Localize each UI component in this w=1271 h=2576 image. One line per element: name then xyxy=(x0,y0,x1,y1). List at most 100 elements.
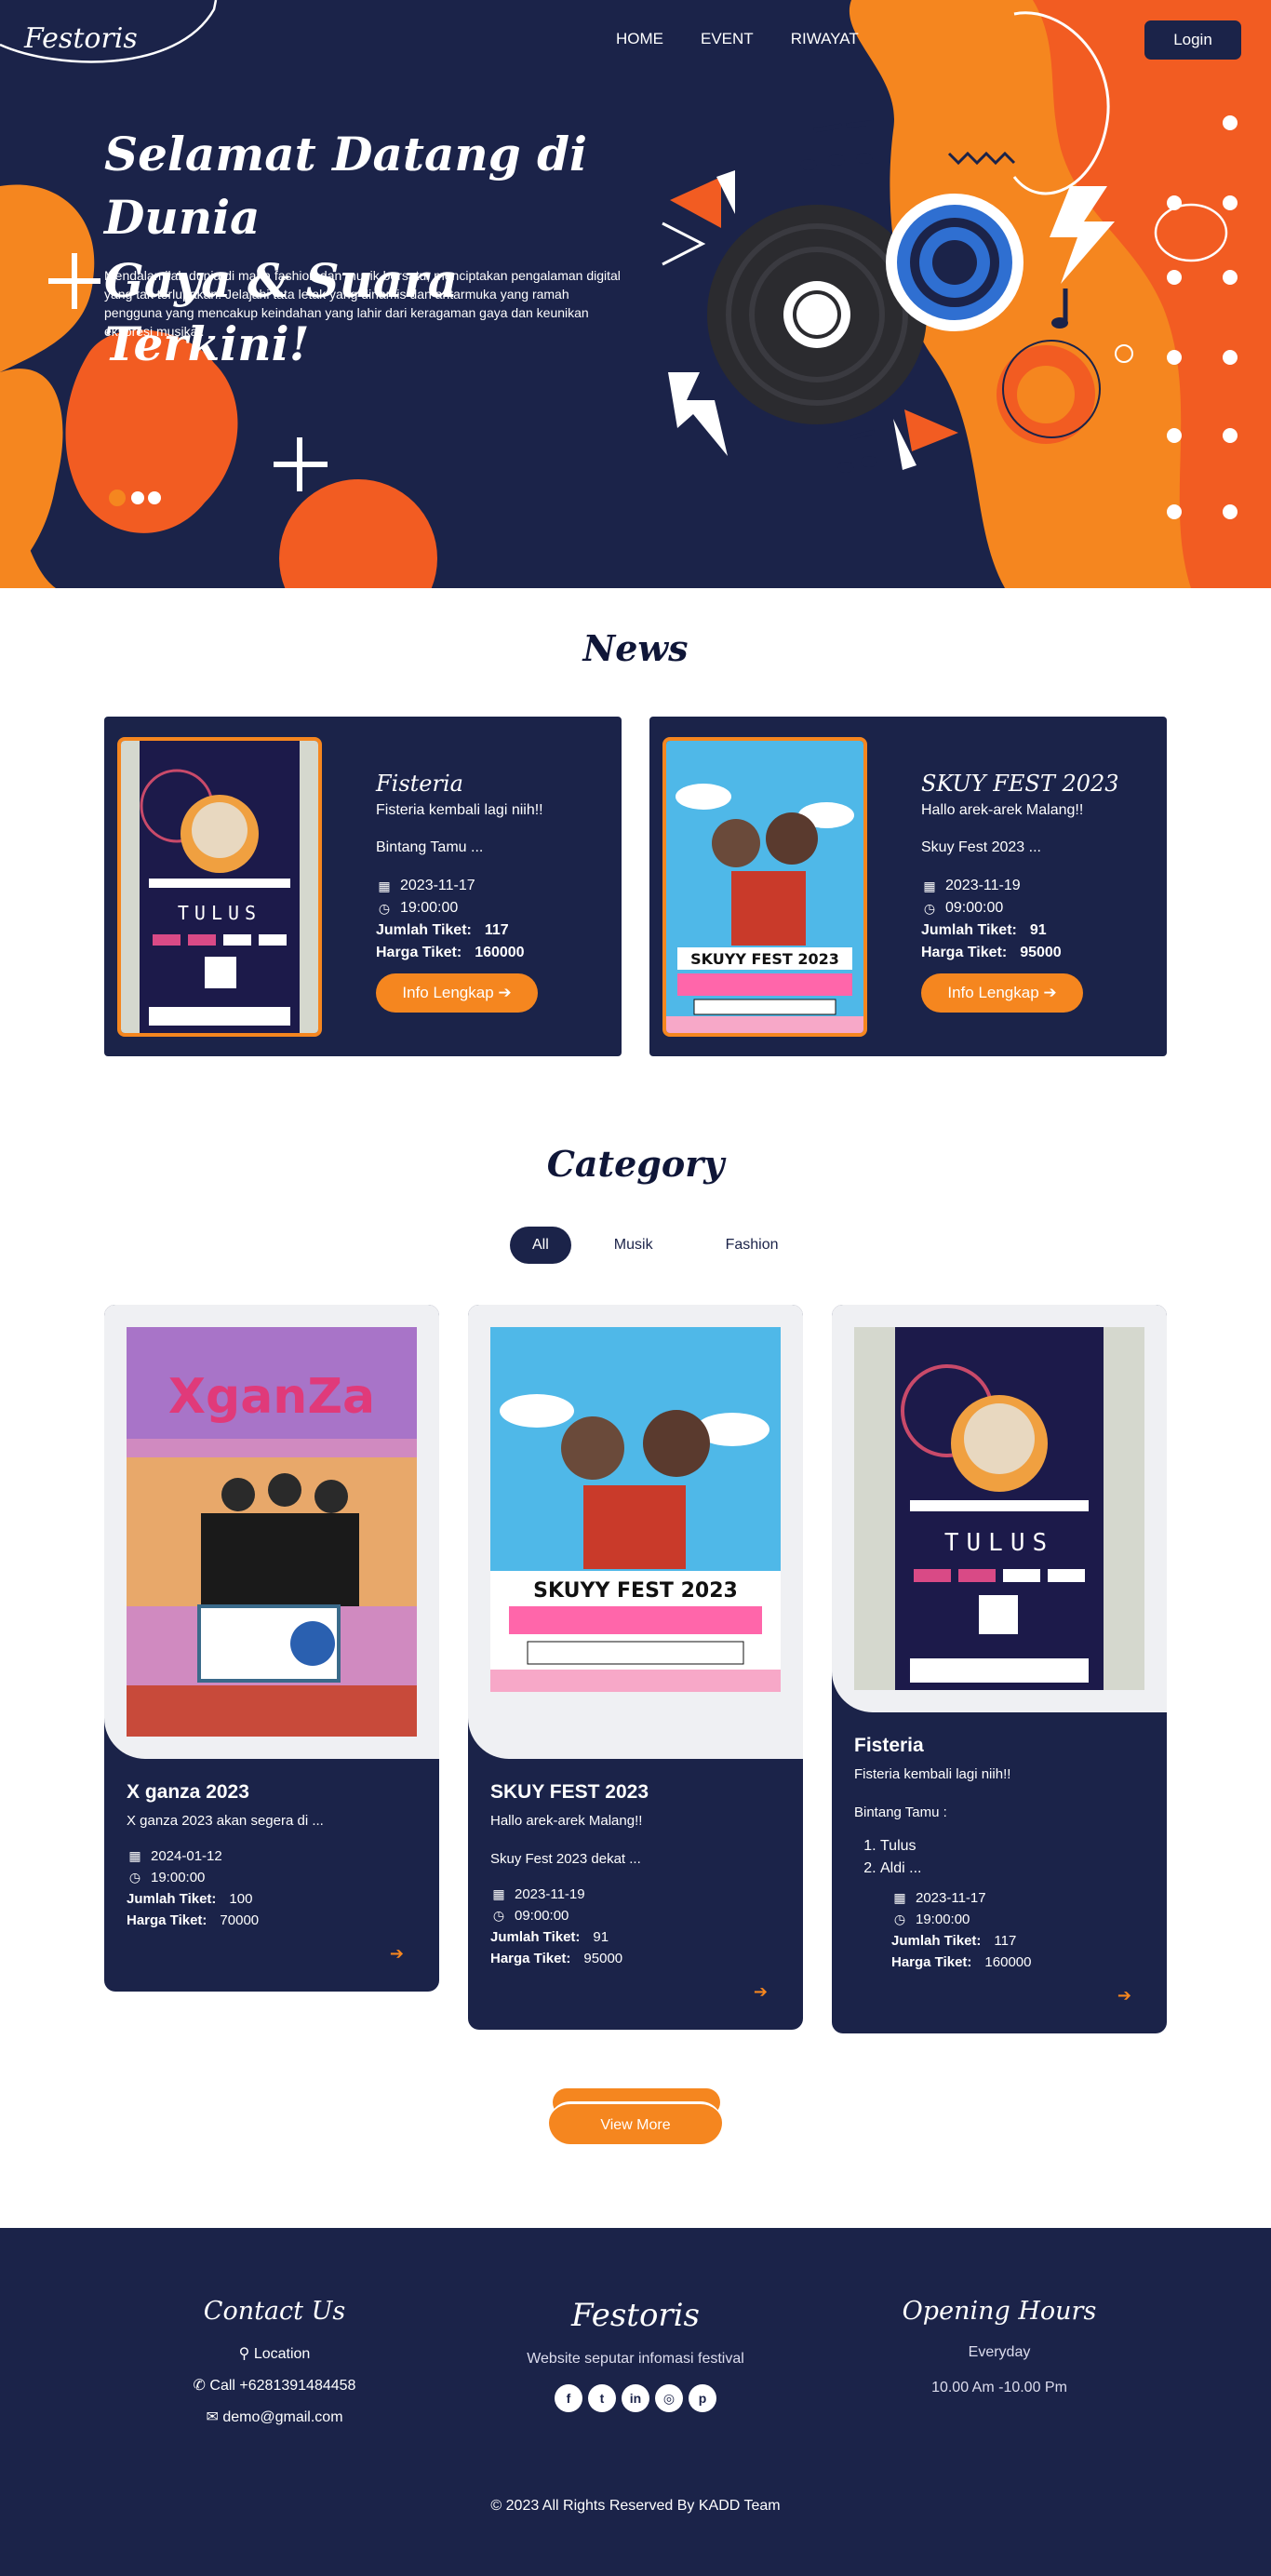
arrow-right-icon[interactable]: ➔ xyxy=(490,1982,781,2002)
category-card-skuy-fest[interactable]: SKUYY FEST 2023 SKUY FEST 2023 Hallo are… xyxy=(468,1305,803,2030)
event-description: Hallo arek-arek Malang!! xyxy=(490,1813,643,1829)
event-guest: Bintang Tamu : xyxy=(854,1805,947,1820)
phone-icon: ✆ xyxy=(193,2378,206,2394)
copyright-text: © 2023 All Rights Reserved By KADD Team xyxy=(490,2498,781,2514)
event-time: 09:00:00 xyxy=(515,1908,569,1924)
view-more-button[interactable]: View More xyxy=(549,2101,722,2144)
price-label: Harga Tiket: xyxy=(921,945,1008,960)
guest-list: Tulus Aldi ... xyxy=(880,1835,1144,1880)
arrow-right-icon[interactable]: ➔ xyxy=(854,1986,1144,2006)
brand-logo[interactable]: Festoris xyxy=(24,22,138,55)
category-card-fisteria[interactable]: TULUS Fisteria Fisteria kembali lagi nii… xyxy=(832,1305,1167,2033)
ticket-price: 95000 xyxy=(583,1951,623,1966)
location-text: Location xyxy=(253,2346,311,2362)
event-poster: SKUYY FEST 2023 xyxy=(490,1327,781,1737)
guest-list-item: Tulus xyxy=(880,1835,1144,1858)
event-date: 2023-11-19 xyxy=(945,878,1021,893)
news-heading: News xyxy=(582,627,689,669)
event-name: SKUY FEST 2023 xyxy=(921,771,1119,797)
ticket-label: Jumlah Tiket: xyxy=(490,1929,581,1945)
event-guest: Bintang Tamu ... xyxy=(376,839,484,855)
footer: Contact Us ⚲ Location ✆ Call +6281391484… xyxy=(0,2228,1271,2576)
poster-text: XganZa xyxy=(168,1369,375,1425)
pinterest-icon[interactable]: p xyxy=(689,2384,716,2412)
linkedin-icon[interactable]: in xyxy=(622,2384,649,2412)
category-heading: Category xyxy=(546,1143,725,1185)
event-time: 09:00:00 xyxy=(945,900,1004,916)
event-date: 2023-11-17 xyxy=(916,1890,986,1906)
ticket-count: 100 xyxy=(229,1891,253,1907)
clock-icon: ◷ xyxy=(378,901,391,916)
card-image-area: XganZa xyxy=(104,1305,439,1759)
hero-section: Festoris HOME EVENT RIWAYAT Login Selama… xyxy=(0,0,1271,588)
card-body: SKUY FEST 2023 Hallo arek-arek Malang!! … xyxy=(468,1759,803,2030)
facebook-icon[interactable]: f xyxy=(555,2384,582,2412)
nav-link-event[interactable]: EVENT xyxy=(701,30,754,48)
ticket-count: 117 xyxy=(994,1933,1017,1949)
ticket-count: 117 xyxy=(484,922,509,938)
footer-email[interactable]: ✉ demo@gmail.com xyxy=(158,2408,391,2426)
nav-link-home[interactable]: HOME xyxy=(616,30,663,48)
event-name: X ganza 2023 xyxy=(127,1781,249,1803)
info-lengkap-button[interactable]: Info Lengkap ➔ xyxy=(376,973,538,1013)
clock-icon: ◷ xyxy=(492,1908,505,1923)
nav-menu: HOME EVENT RIWAYAT xyxy=(616,30,859,48)
filter-fashion[interactable]: Fashion xyxy=(696,1227,809,1264)
clock-icon: ◷ xyxy=(923,901,936,916)
calendar-icon: ▦ xyxy=(128,1848,141,1863)
twitter-icon[interactable]: t xyxy=(588,2384,616,2412)
poster-skuy-fest-image: SKUYY FEST 2023 xyxy=(666,741,863,1033)
ticket-label: Jumlah Tiket: xyxy=(891,1933,982,1949)
poster-text: SKUYY FEST 2023 xyxy=(690,950,839,968)
poster-text: TULUS xyxy=(944,1529,1054,1557)
category-card-xganza[interactable]: XganZa X ganza 2023 X ganza 2023 akan se… xyxy=(104,1305,439,1992)
clock-icon: ◷ xyxy=(128,1870,141,1885)
ticket-price: 160000 xyxy=(984,1954,1032,1970)
nav-link-riwayat[interactable]: RIWAYAT xyxy=(791,30,859,48)
contact-heading: Contact Us xyxy=(203,2297,346,2326)
email-text: demo@gmail.com xyxy=(222,2409,343,2425)
guest-list-item: Aldi ... xyxy=(880,1858,1144,1880)
footer-contact: Contact Us ⚲ Location ✆ Call +6281391484… xyxy=(158,2297,391,2426)
poster-skuy-fest-image: SKUYY FEST 2023 xyxy=(490,1327,781,1692)
footer-location[interactable]: ⚲ Location xyxy=(158,2344,391,2363)
ticket-count: 91 xyxy=(593,1929,609,1945)
event-meta: ▦ 2023-11-19 ◷ 09:00:00 Jumlah Tiket: 91 Ha… xyxy=(490,1884,781,1969)
login-button[interactable]: Login xyxy=(1144,20,1241,60)
footer-phone[interactable]: ✆ Call +6281391484458 xyxy=(158,2376,391,2395)
calendar-icon: ▦ xyxy=(923,879,936,893)
event-poster: XganZa xyxy=(127,1327,417,1737)
top-navbar: Festoris HOME EVENT RIWAYAT Login xyxy=(0,0,1271,80)
phone-text: Call +6281391484458 xyxy=(209,2378,356,2394)
event-meta: ▦ 2024-01-12 ◷ 19:00:00 Jumlah Tiket: 100 H… xyxy=(127,1845,417,1931)
event-date: 2024-01-12 xyxy=(151,1848,222,1864)
filter-musik[interactable]: Musik xyxy=(584,1227,683,1264)
price-label: Harga Tiket: xyxy=(891,1954,972,1970)
event-date: 2023-11-19 xyxy=(515,1886,585,1902)
news-info: Fisteria Fisteria kembali lagi niih!! Bi… xyxy=(376,771,609,1013)
event-meta: ▦ 2023-11-17 ◷ 19:00:00 Jumlah Tiket: 117 H… xyxy=(376,875,609,964)
filter-all[interactable]: All xyxy=(510,1227,571,1264)
social-links: f t in ◎ p xyxy=(496,2384,775,2412)
instagram-icon[interactable]: ◎ xyxy=(655,2384,683,2412)
hours-time: 10.00 Am -10.00 Pm xyxy=(931,2380,1067,2395)
event-poster: TULUS xyxy=(117,737,322,1037)
event-description: Hallo arek-arek Malang!! xyxy=(921,802,1084,818)
event-meta: ▦ 2023-11-19 ◷ 09:00:00 Jumlah Tiket: 91 Ha… xyxy=(921,875,1154,964)
footer-brand: Festoris Website seputar infomasi festiv… xyxy=(496,2297,775,2412)
poster-xganza-image: XganZa xyxy=(127,1327,417,1737)
card-body: X ganza 2023 X ganza 2023 akan segera di… xyxy=(104,1759,439,1992)
category-filters: All Musik Fashion xyxy=(510,1227,808,1264)
info-lengkap-button[interactable]: Info Lengkap ➔ xyxy=(921,973,1083,1013)
event-description: Fisteria kembali lagi niih!! xyxy=(854,1766,1011,1782)
footer-logo: Festoris xyxy=(570,2297,700,2334)
arrow-right-icon[interactable]: ➔ xyxy=(127,1944,417,1964)
map-marker-icon: ⚲ xyxy=(238,2346,250,2362)
event-meta: ▦ 2023-11-17 ◷ 19:00:00 Jumlah Tiket: 117 H… xyxy=(891,1887,1144,1973)
event-date: 2023-11-17 xyxy=(400,878,475,893)
price-label: Harga Tiket: xyxy=(127,1912,207,1928)
poster-fisteria-image: TULUS xyxy=(121,741,318,1033)
poster-text: SKUYY FEST 2023 xyxy=(533,1579,738,1603)
ticket-price: 95000 xyxy=(1020,945,1062,960)
hero-title-line1: Selamat Datang di Dunia xyxy=(104,127,588,245)
